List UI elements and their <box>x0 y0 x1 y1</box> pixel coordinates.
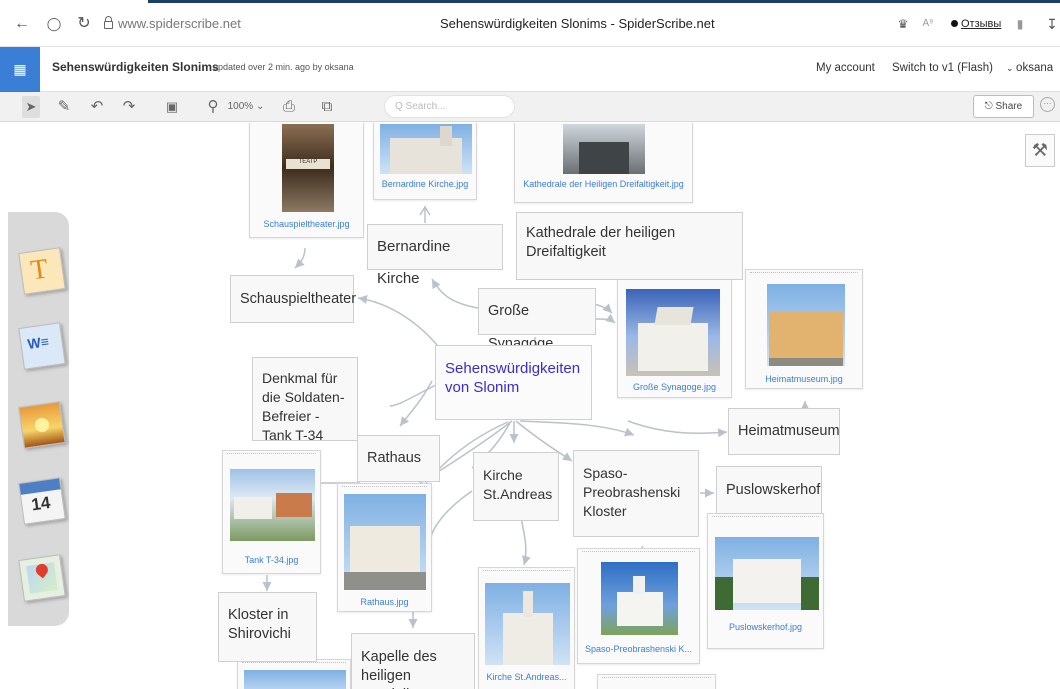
image-caption[interactable]: Große Synagoge.jpg <box>618 382 731 392</box>
node-kathedrale[interactable]: Kathedrale der heiligen Dreifaltigkeit <box>516 212 743 280</box>
tracking-icon[interactable]: ◯ <box>44 14 64 34</box>
redo-icon[interactable]: ↷ <box>120 96 138 118</box>
bookmark-icon[interactable]: ▮ <box>1010 14 1030 34</box>
image-card-synagoge[interactable]: Große Synagoge.jpg <box>617 274 732 398</box>
text-tool-icon[interactable]: T <box>18 247 66 295</box>
image-card-rathaus[interactable]: Rathaus.jpg <box>337 483 432 612</box>
zoom-value: 100% <box>227 101 254 112</box>
share-icon: ⎋ <box>984 101 993 112</box>
browser-bar: ← ◯ ↻ www.spiderscribe.net Sehenswürdigk… <box>0 0 1060 47</box>
image-caption[interactable]: Spaso-Preobrashenski K... <box>578 644 699 654</box>
extension-icon[interactable]: ♛ <box>893 14 913 34</box>
zoom-level[interactable]: 100% ⌄ <box>226 96 266 118</box>
search-input[interactable]: Q Search... <box>384 95 515 118</box>
lock-icon <box>104 16 113 29</box>
reload-icon[interactable]: ↻ <box>74 14 94 34</box>
export-icon[interactable]: ⧉ <box>317 96 337 118</box>
node-kirche-st-andreas[interactable]: Kirche St.Andreas <box>473 452 559 521</box>
toolbar: ➤ ✎ ↶ ↷ ▣ ⚲ 100% ⌄ ⎙ ⧉ Q Search... ⎋ Sha… <box>0 92 1060 122</box>
print-icon[interactable]: ⎙ <box>279 96 299 118</box>
node-bernardine-kirche[interactable]: Bernardine Kirche <box>367 224 503 287</box>
node-rathaus[interactable]: Rathaus <box>357 435 440 482</box>
image-card-partial[interactable] <box>237 659 351 689</box>
image-card-schauspieltheater[interactable]: ТЕАТР Schauspieltheater.jpg <box>249 123 364 238</box>
map-updated-text: updated over 2 min. ago by oksana <box>213 62 354 72</box>
reader-icon[interactable]: A⁹ <box>918 14 938 34</box>
node-center-topic[interactable]: Sehenswürdigkeiten von Slonim <box>435 345 592 420</box>
node-spaso-kloster[interactable]: Spaso-Preobrashenski Kloster <box>573 450 699 537</box>
image-card-tank[interactable]: Tank T-34.jpg <box>222 450 321 574</box>
image-card-partial-2[interactable] <box>597 674 716 689</box>
map-icon[interactable] <box>18 554 66 602</box>
node-heimatmuseum[interactable]: Heimatmuseum <box>728 408 840 455</box>
image-caption[interactable]: Bernardine Kirche.jpg <box>374 179 476 189</box>
photo-spaso-kloster <box>601 562 678 635</box>
node-kloster-shirovichi[interactable]: Kloster in Shirovichi <box>218 592 317 662</box>
image-card-heimatmuseum[interactable]: Heimatmuseum.jpg <box>745 269 863 389</box>
back-icon[interactable]: ← <box>12 14 32 34</box>
image-caption[interactable]: Tank T-34.jpg <box>223 555 320 565</box>
image-card-puslowskerhof[interactable]: Puslowskerhof.jpg <box>707 513 824 649</box>
image-card-kirche-andreas[interactable]: Kirche St.Andreas... <box>478 567 575 689</box>
url-text: www.spiderscribe.net <box>118 16 241 31</box>
zoom-icon[interactable]: ⚲ <box>203 96 223 118</box>
browser-progress-line <box>148 0 1060 3</box>
photo-tank-t34 <box>230 469 315 541</box>
calendar-icon[interactable]: 14 <box>18 477 66 525</box>
tab-title: Sehenswürdigkeiten Slonims - SpiderScrib… <box>440 16 715 31</box>
feedback-link[interactable]: Отзывы <box>951 14 1001 34</box>
switch-v1-link[interactable]: Switch to v1 (Flash) <box>892 62 993 74</box>
photo-rathaus <box>344 494 426 590</box>
node-kapelle-dominiks[interactable]: Kapelle des heiligen Dominiks <box>351 633 475 689</box>
share-button[interactable]: ⎋ Share <box>973 95 1034 118</box>
image-card-kathedrale[interactable]: Kathedrale der Heiligen Dreifaltigkeit.j… <box>514 123 693 203</box>
download-icon[interactable]: ↧ <box>1042 14 1060 34</box>
widget-palette: T W≡ 14 <box>8 212 69 626</box>
map-title: Sehenswürdigkeiten Slonims <box>52 60 219 74</box>
my-account-link[interactable]: My account <box>816 62 875 74</box>
image-caption[interactable]: Heimatmuseum.jpg <box>746 374 862 384</box>
word-doc-icon[interactable]: W≡ <box>18 322 66 370</box>
chevron-down-icon: ⌄ <box>1006 63 1017 73</box>
pen-icon[interactable]: ✎ <box>55 96 73 118</box>
image-caption[interactable]: Kirche St.Andreas... <box>479 672 574 682</box>
image-caption[interactable]: Rathaus.jpg <box>338 597 431 607</box>
photo-puslowskerhof <box>715 537 819 610</box>
photo-partial <box>244 670 346 689</box>
photo-grosse-synagoge <box>626 289 720 376</box>
more-icon[interactable]: ⋯ <box>1040 97 1055 112</box>
node-grosse-synagoge[interactable]: Große Synagoge <box>478 288 596 352</box>
node-denkmal[interactable]: Denkmal für die Soldaten-Befreier - Tank… <box>252 357 358 443</box>
node-puslowskerhof[interactable]: Puslowskerhof <box>716 466 822 514</box>
undo-icon[interactable]: ↶ <box>88 96 106 118</box>
photo-kathedrale <box>563 124 645 174</box>
photo-schauspieltheater: ТЕАТР <box>282 124 334 212</box>
app-header: ▦ Sehenswürdigkeiten Slonims updated ove… <box>0 47 1060 92</box>
image-card-spaso[interactable]: Spaso-Preobrashenski K... <box>577 548 700 664</box>
photo-kirche-st-andreas <box>485 583 570 665</box>
user-menu[interactable]: ⌄ oksana <box>1006 62 1053 74</box>
image-tool-icon[interactable] <box>18 401 66 449</box>
grid-icon[interactable]: ▦ <box>0 47 40 92</box>
image-card-bernardine[interactable]: Bernardine Kirche.jpg <box>373 123 477 200</box>
user-name: oksana <box>1016 62 1054 74</box>
share-label: Share <box>995 101 1023 112</box>
photo-bernardine-kirche <box>380 124 472 174</box>
settings-icon[interactable]: ⚒ <box>1025 134 1055 167</box>
photo-heimatmuseum <box>767 284 845 366</box>
mindmap-canvas[interactable]: T W≡ 14 ⚒ ТЕАТР Schauspieltheater.jpg Be… <box>0 123 1060 689</box>
image-caption[interactable]: Puslowskerhof.jpg <box>708 622 823 632</box>
image-caption[interactable]: Kathedrale der Heiligen Dreifaltigkeit.j… <box>515 179 692 189</box>
theatre-sign: ТЕАТР <box>286 159 330 169</box>
node-schauspieltheater[interactable]: Schauspieltheater <box>230 275 356 323</box>
frame-icon[interactable]: ▣ <box>163 96 181 118</box>
pointer-icon[interactable]: ➤ <box>22 96 40 118</box>
address-bar[interactable]: www.spiderscribe.net <box>104 14 241 34</box>
image-caption[interactable]: Schauspieltheater.jpg <box>250 219 363 229</box>
